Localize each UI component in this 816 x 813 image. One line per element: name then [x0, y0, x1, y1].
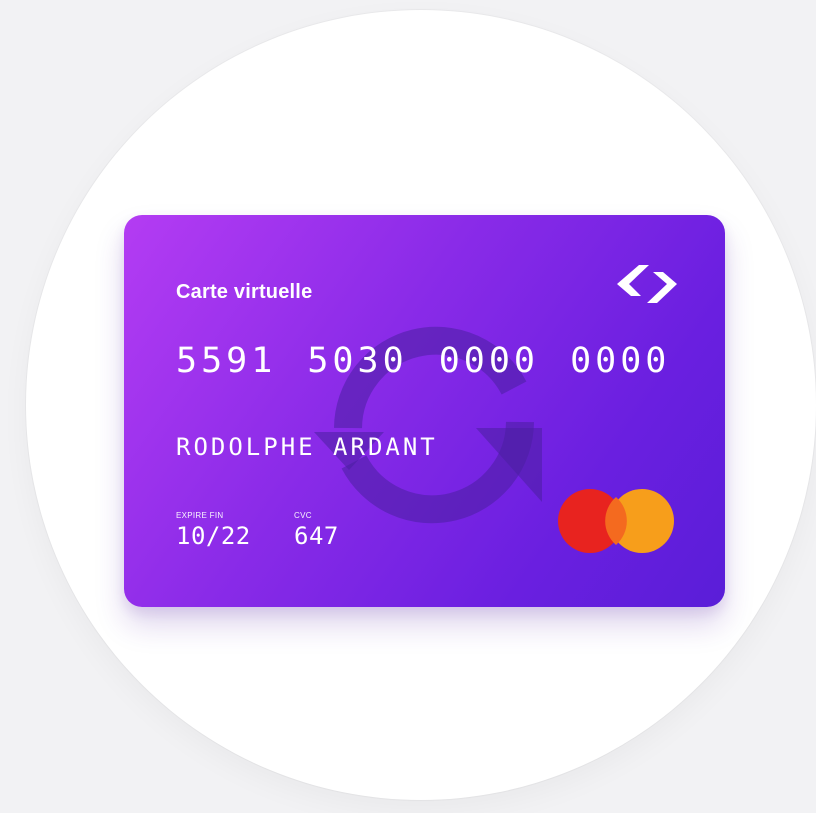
card-number: 5591 5030 0000 0000	[176, 341, 671, 381]
cardholder-name: RODOLPHE ARDANT	[176, 433, 438, 461]
cvc-value: 647	[294, 522, 339, 550]
expiry-field: EXPIRE FIN 10/22	[176, 511, 251, 550]
cvc-label: CVC	[294, 511, 312, 520]
virtual-card: Carte virtuelle 5591 5030 0000 0000 RODO…	[124, 215, 725, 607]
brand-logo-icon	[617, 265, 677, 303]
card-type-label: Carte virtuelle	[176, 281, 313, 303]
expiry-label: EXPIRE FIN	[176, 511, 224, 520]
mastercard-logo-icon	[558, 489, 674, 553]
expiry-value: 10/22	[176, 522, 251, 550]
cvc-field: CVC 647	[294, 511, 339, 550]
